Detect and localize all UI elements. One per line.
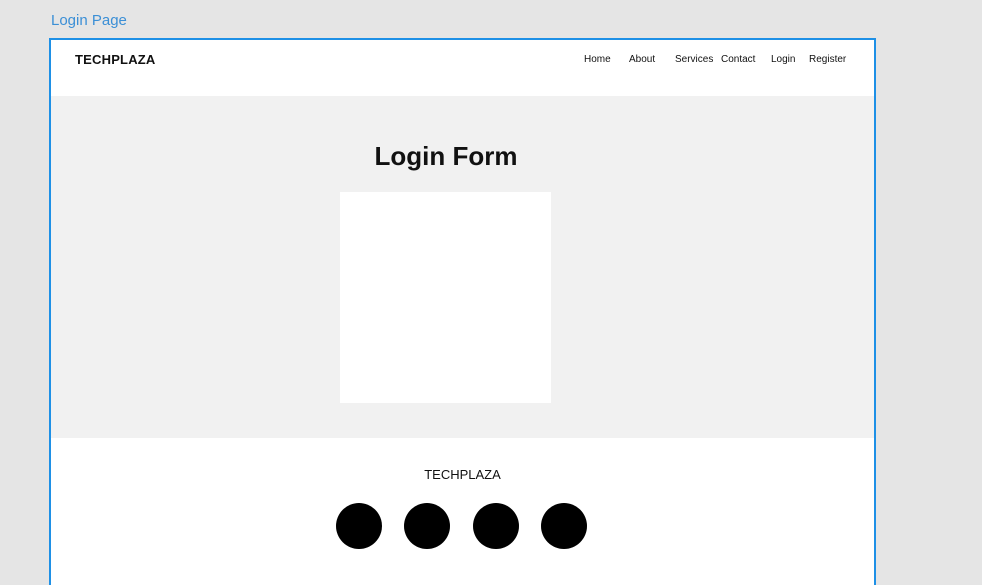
nav-register-link[interactable]: Register	[809, 54, 846, 65]
design-canvas: Login Page TECHPLAZA Home About Services…	[0, 0, 982, 585]
login-form-placeholder[interactable]	[340, 192, 551, 403]
social-icon-2[interactable]	[404, 503, 450, 549]
social-icon-1[interactable]	[336, 503, 382, 549]
navbar: TECHPLAZA Home About Services Contact Lo…	[51, 40, 874, 96]
nav-services-link[interactable]: Services	[675, 54, 713, 65]
nav-contact-link[interactable]: Contact	[721, 54, 755, 65]
social-icon-3[interactable]	[473, 503, 519, 549]
frame-label[interactable]: Login Page	[51, 12, 127, 29]
page-title: Login Form	[374, 141, 518, 171]
nav-home-link[interactable]: Home	[584, 54, 611, 65]
brand-logo[interactable]: TECHPLAZA	[75, 52, 156, 67]
nav-about-link[interactable]: About	[629, 54, 655, 65]
social-icon-4[interactable]	[541, 503, 587, 549]
login-page-frame: TECHPLAZA Home About Services Contact Lo…	[49, 38, 876, 585]
nav-login-link[interactable]: Login	[771, 54, 795, 65]
footer-brand: TECHPLAZA	[424, 467, 501, 482]
hero-section: Login Form	[51, 96, 874, 438]
